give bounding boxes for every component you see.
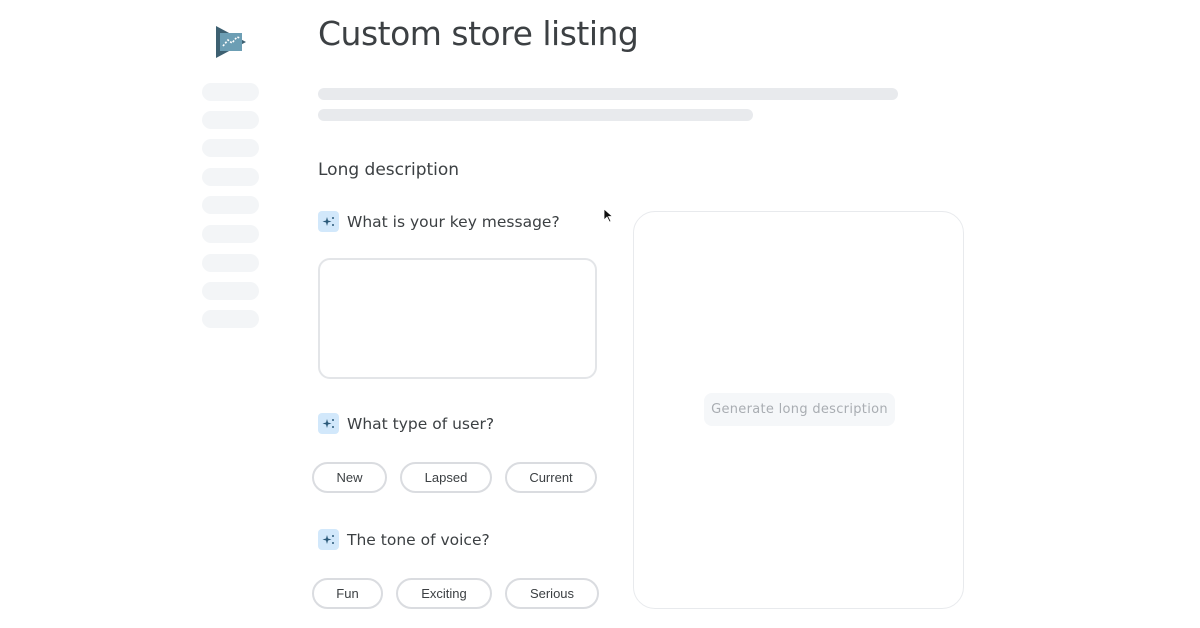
sidebar-placeholder-item[interactable] <box>202 168 259 186</box>
tone-chip-exciting[interactable]: Exciting <box>396 578 492 609</box>
tone-question: The tone of voice? <box>347 530 490 549</box>
tone-label: The tone of voice? <box>318 529 490 550</box>
sidebar-placeholder-item[interactable] <box>202 196 259 214</box>
mouse-cursor-icon <box>603 208 614 223</box>
sparkle-icon <box>318 211 339 232</box>
placeholder-text-line <box>318 109 753 121</box>
sidebar-placeholder-item[interactable] <box>202 282 259 300</box>
sidebar-placeholder-item[interactable] <box>202 225 259 243</box>
sidebar-placeholder-item[interactable] <box>202 139 259 157</box>
user-type-chip-new[interactable]: New <box>312 462 387 493</box>
user-type-question: What type of user? <box>347 414 495 433</box>
sidebar-placeholder-item[interactable] <box>202 111 259 129</box>
key-message-question: What is your key message? <box>347 212 560 231</box>
sparkle-icon <box>318 413 339 434</box>
key-message-label: What is your key message? <box>318 211 560 232</box>
sidebar-placeholder-item[interactable] <box>202 254 259 272</box>
sparkle-icon <box>318 529 339 550</box>
sidebar-placeholder-item[interactable] <box>202 310 259 328</box>
user-type-chip-lapsed[interactable]: Lapsed <box>400 462 492 493</box>
play-console-logo-icon <box>216 26 246 58</box>
page-title: Custom store listing <box>318 14 639 53</box>
section-title: Long description <box>318 160 460 180</box>
key-message-input[interactable] <box>318 258 597 379</box>
tone-chip-serious[interactable]: Serious <box>505 578 599 609</box>
generate-long-description-button[interactable]: Generate long description <box>704 393 895 426</box>
user-type-label: What type of user? <box>318 413 494 434</box>
tone-chip-fun[interactable]: Fun <box>312 578 383 609</box>
placeholder-text-line <box>318 88 898 100</box>
user-type-chip-current[interactable]: Current <box>505 462 597 493</box>
sidebar-placeholder-item[interactable] <box>202 83 259 101</box>
